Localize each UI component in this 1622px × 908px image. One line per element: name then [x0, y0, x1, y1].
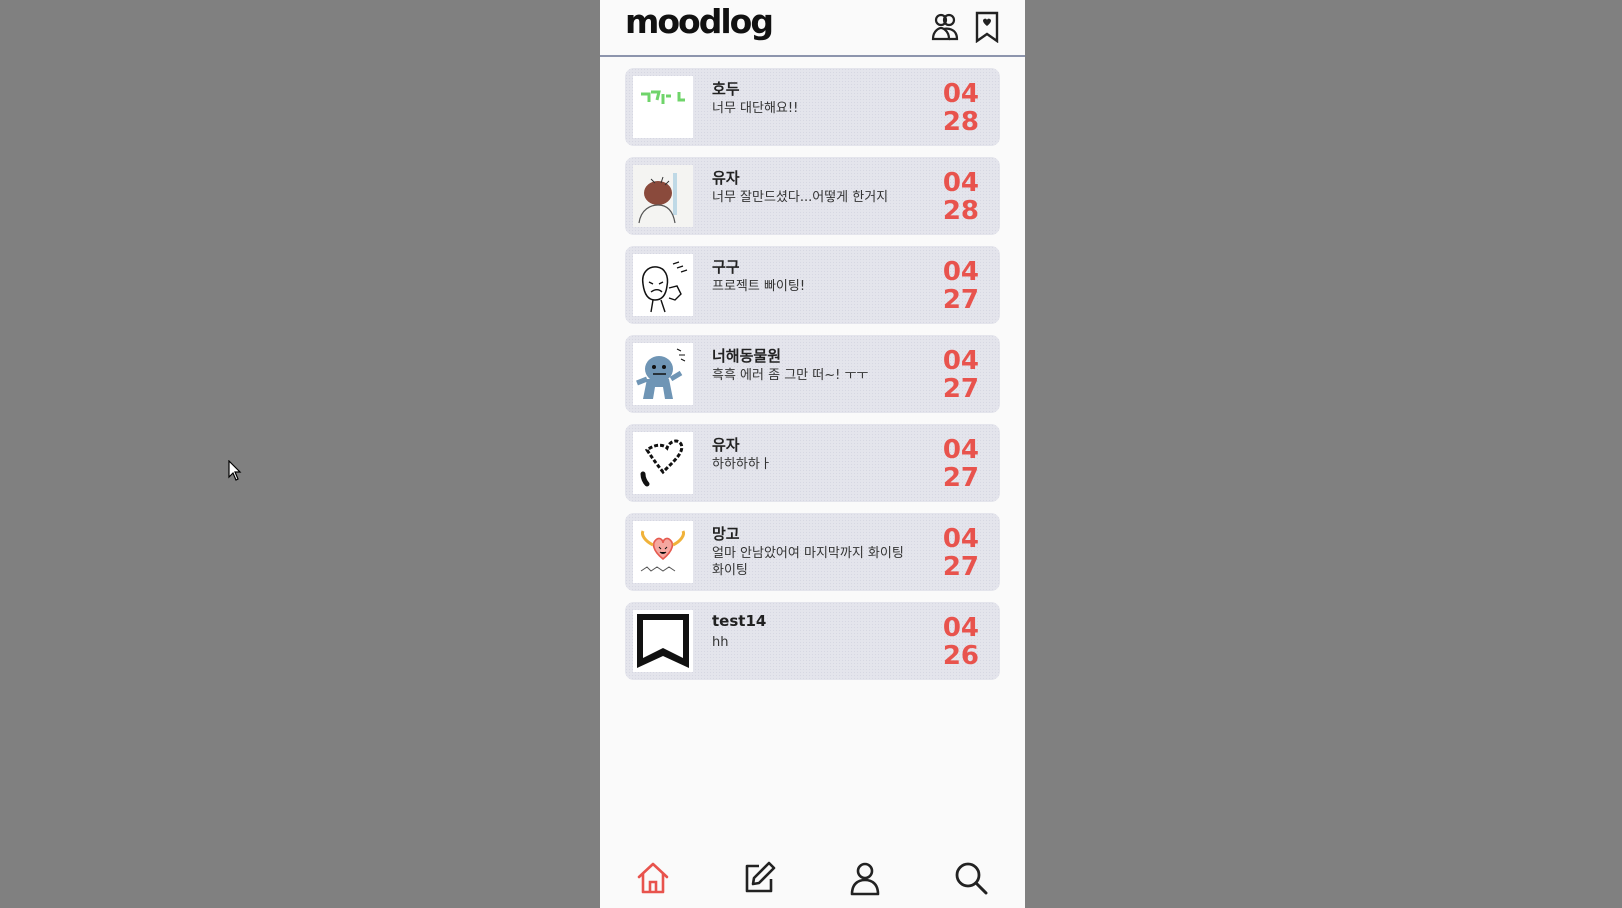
- card-thumbnail: [633, 432, 693, 494]
- card-date: 04 27: [937, 525, 979, 581]
- bookmark-heart-icon[interactable]: [972, 11, 1002, 43]
- feed-list: 호두 너무 대단해요!! 04 28 유자 너무 잘만드셨다...어떻게 한거지: [625, 68, 1000, 691]
- card-day: 26: [942, 641, 979, 671]
- card-thumbnail: [633, 521, 693, 583]
- card-message: 흑흑 에러 좀 그만 떠~! ㅜㅜ: [712, 368, 869, 383]
- friends-icon[interactable]: [930, 11, 960, 43]
- card-thumbnail: [633, 610, 693, 672]
- card-date: 04 27: [937, 347, 979, 403]
- green-doodle-drawing: [641, 90, 685, 104]
- card-author: 유자: [712, 436, 740, 454]
- card-thumbnail: [633, 343, 693, 405]
- top-bar: moodlog: [600, 0, 1025, 57]
- feed-card[interactable]: test14 hh 04 26: [625, 602, 1000, 680]
- search-icon: [955, 862, 988, 895]
- blue-creature-drawing: [636, 348, 686, 399]
- card-day: 27: [942, 285, 979, 315]
- card-month: 04: [942, 168, 979, 198]
- nav-write[interactable]: [741, 860, 777, 896]
- card-date: 04 28: [937, 80, 979, 136]
- card-day: 28: [942, 196, 979, 226]
- nav-profile[interactable]: [847, 860, 883, 896]
- app-logo[interactable]: moodlog: [625, 2, 774, 41]
- card-author: 호두: [712, 80, 740, 98]
- card-message: hh: [712, 635, 729, 650]
- bottom-navigation: [600, 848, 1025, 908]
- card-day: 28: [942, 107, 979, 137]
- card-month: 04: [942, 257, 979, 287]
- heart-doodle-drawing: [640, 439, 684, 487]
- card-message: 너무 대단해요!!: [712, 101, 799, 116]
- card-date: 04 27: [937, 258, 979, 314]
- card-author: 망고: [712, 525, 740, 543]
- character-sketch-drawing: [633, 165, 693, 227]
- card-month: 04: [942, 346, 979, 376]
- card-author: test14: [712, 612, 767, 630]
- card-month: 04: [942, 524, 979, 554]
- card-author: 유자: [712, 169, 740, 187]
- card-month: 04: [942, 613, 979, 643]
- card-day: 27: [942, 374, 979, 404]
- card-message: 너무 잘만드셨다...어떻게 한거지: [712, 190, 889, 205]
- feed-card[interactable]: 너해동물원 흑흑 에러 좀 그만 떠~! ㅜㅜ 04 27: [625, 335, 1000, 413]
- home-icon: [637, 862, 669, 894]
- nav-search[interactable]: [953, 860, 989, 896]
- feed-card[interactable]: 구구 프로젝트 빠이팅! 04 27: [625, 246, 1000, 324]
- black-bookmark-drawing: [637, 614, 689, 668]
- card-date: 04 26: [937, 614, 979, 670]
- card-author: 너해동물원: [712, 347, 782, 365]
- card-date: 04 28: [937, 169, 979, 225]
- card-month: 04: [942, 79, 979, 109]
- card-message: 하하하하ㅏ: [712, 457, 772, 472]
- feed-card[interactable]: 유자 너무 잘만드셨다...어떻게 한거지 04 28: [625, 157, 1000, 235]
- card-day: 27: [942, 552, 979, 582]
- card-thumbnail: [633, 165, 693, 227]
- card-message: 프로젝트 빠이팅!: [712, 279, 806, 294]
- card-thumbnail: [633, 76, 693, 138]
- card-date: 04 27: [937, 436, 979, 492]
- edit-icon: [745, 861, 776, 893]
- heart-arms-drawing: [640, 530, 685, 572]
- feed-card[interactable]: 유자 하하하하ㅏ 04 27: [625, 424, 1000, 502]
- phone-frame: moodlog 호두 너무 대단해요!! 04 28 유자 너무 잘만드셨다..…: [600, 0, 1025, 908]
- feed-card[interactable]: 망고 얼마 안남았어여 마지막까지 화이팅 화이팅 04 27: [625, 513, 1000, 591]
- card-message: 얼마 안남았어여 마지막까지 화이팅 화이팅: [712, 546, 904, 578]
- card-day: 27: [942, 463, 979, 493]
- card-author: 구구: [712, 258, 740, 276]
- card-month: 04: [942, 435, 979, 465]
- profile-icon: [850, 862, 880, 896]
- nav-home[interactable]: [635, 860, 671, 896]
- mouse-cursor-icon: [228, 460, 242, 481]
- face-doodle-drawing: [641, 261, 688, 313]
- feed-card[interactable]: 호두 너무 대단해요!! 04 28: [625, 68, 1000, 146]
- card-thumbnail: [633, 254, 693, 316]
